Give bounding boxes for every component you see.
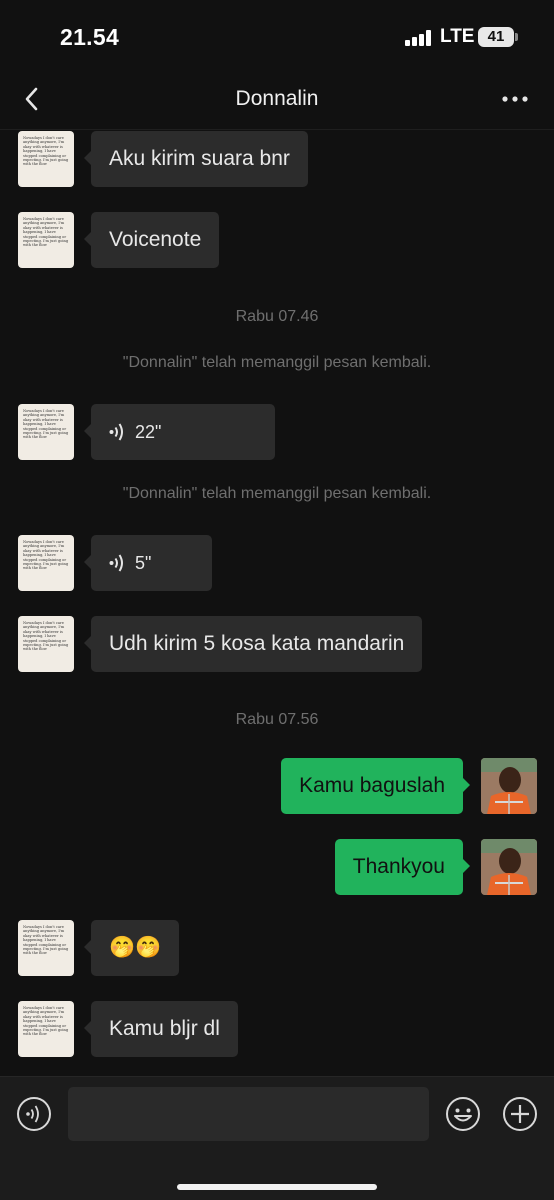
voice-wave-icon <box>109 554 123 572</box>
emoji-face-icon <box>446 1097 480 1131</box>
system-notice: "Donnalin" telah memanggil pesan kembali… <box>122 354 432 371</box>
message-bubble[interactable]: Kamu baguslah <box>281 758 470 814</box>
emoji-button[interactable] <box>445 1096 481 1132</box>
status-time: 21.54 <box>60 24 120 50</box>
avatar[interactable]: Nowadays I don't care anything anymore, … <box>18 616 74 672</box>
voice-wave-icon <box>17 1097 51 1131</box>
avatar[interactable]: Nowadays I don't care anything anymore, … <box>18 131 74 187</box>
chat-title: Donnalin <box>235 87 319 110</box>
status-bar: 21.54 LTE 41 <box>0 0 554 74</box>
voice-message-bubble[interactable]: 5" <box>84 535 212 591</box>
profile-photo-icon <box>481 839 537 895</box>
avatar[interactable]: Nowadays I don't care anything anymore, … <box>18 535 74 591</box>
avatar[interactable] <box>481 758 537 814</box>
more-actions-button[interactable] <box>502 1096 538 1132</box>
voice-wave-icon <box>109 423 123 441</box>
battery-icon: 41 <box>478 27 518 47</box>
plus-circle-icon <box>503 1097 537 1131</box>
message-bubble[interactable]: Voicenote <box>83 212 220 268</box>
profile-photo-icon <box>481 758 537 814</box>
message-bubble[interactable]: Kamu bljr dl <box>84 1001 238 1057</box>
network-label: LTE <box>440 26 475 47</box>
chat-header: Donnalin <box>0 74 554 130</box>
message-bubble[interactable]: 🤭🤭 <box>83 920 180 976</box>
voice-message-bubble[interactable]: 22" <box>84 404 275 460</box>
more-dots-icon <box>502 96 528 102</box>
avatar[interactable]: Nowadays I don't care anything anymore, … <box>18 920 74 976</box>
message-input[interactable] <box>68 1087 429 1141</box>
avatar[interactable]: Nowadays I don't care anything anymore, … <box>18 404 74 460</box>
voice-duration: 22" <box>135 422 162 442</box>
more-button[interactable] <box>500 84 530 114</box>
message-bubble[interactable]: Thankyou <box>334 839 471 895</box>
timestamp: Rabu 07.46 <box>235 308 319 325</box>
system-notice: "Donnalin" telah memanggil pesan kembali… <box>122 485 432 502</box>
avatar[interactable]: Nowadays I don't care anything anymore, … <box>18 1001 74 1057</box>
voice-input-button[interactable] <box>16 1096 52 1132</box>
avatar[interactable]: Nowadays I don't care anything anymore, … <box>18 212 74 268</box>
timestamp: Rabu 07.56 <box>235 711 319 728</box>
signal-icon <box>405 30 435 46</box>
message-bubble[interactable]: Udh kirim 5 kosa kata mandarin <box>83 616 423 672</box>
home-indicator[interactable] <box>177 1184 377 1190</box>
avatar[interactable] <box>481 839 537 895</box>
voice-duration: 5" <box>135 553 152 573</box>
input-bar <box>0 1076 554 1200</box>
message-bubble[interactable]: Aku kirim suara bnr <box>84 131 308 187</box>
